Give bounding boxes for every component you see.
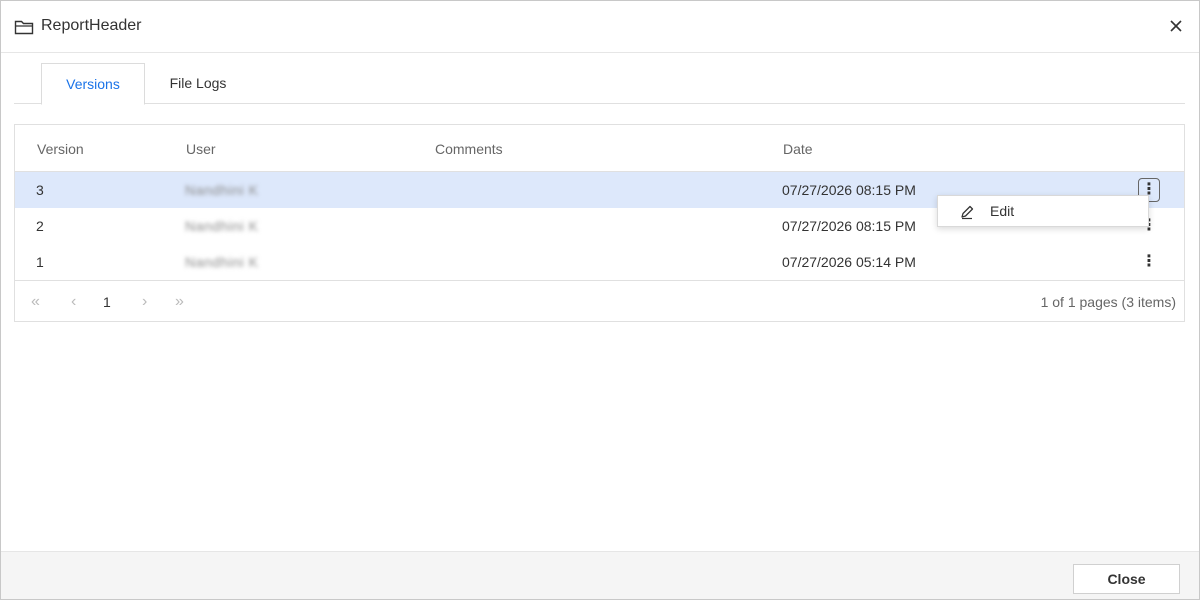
user-cell: Nandhini K [185,218,259,234]
previous-page-icon[interactable]: ‹ [71,293,76,311]
column-header-date[interactable]: Date [783,141,813,157]
user-cell: Nandhini K [185,254,259,270]
tab-file-logs[interactable]: File Logs [154,63,242,104]
version-dialog: ReportHeader Versions File Logs Version … [0,0,1200,600]
column-header-user[interactable]: User [186,141,216,157]
tab-versions[interactable]: Versions [41,63,145,105]
version-cell: 2 [36,218,44,234]
date-cell: 07/27/2026 08:15 PM [782,182,916,198]
edit-menu-label: Edit [990,203,1015,219]
version-cell: 3 [36,182,44,198]
date-cell: 07/27/2026 08:15 PM [782,218,916,234]
pager-info: 1 of 1 pages (3 items) [1040,294,1176,310]
more-options-icon[interactable]: ⋮ [1138,251,1160,273]
context-menu-edit[interactable]: Edit [937,195,1149,227]
tab-bar: Versions File Logs [14,63,1185,105]
pencil-icon [961,205,974,220]
grid-header: Version User Comments Date [15,125,1184,172]
pager: « ‹ 1 › » 1 of 1 pages (3 items) [15,280,1184,322]
last-page-icon[interactable]: » [175,293,184,311]
dialog-header: ReportHeader [1,1,1199,53]
date-cell: 07/27/2026 05:14 PM [782,254,916,270]
table-row[interactable]: 1 Nandhini K 07/27/2026 05:14 PM ⋮ [15,244,1184,280]
dialog-title: ReportHeader [41,17,142,34]
next-page-icon[interactable]: › [142,293,147,311]
page-number[interactable]: 1 [103,294,111,310]
column-header-comments[interactable]: Comments [435,141,503,157]
first-page-icon[interactable]: « [31,293,40,311]
close-button[interactable]: Close [1073,564,1180,594]
dialog-footer: Close [1,551,1199,599]
user-cell: Nandhini K [185,182,259,198]
close-icon[interactable] [1165,15,1187,37]
version-cell: 1 [36,254,44,270]
folder-icon [14,20,34,35]
column-header-version[interactable]: Version [37,141,84,157]
